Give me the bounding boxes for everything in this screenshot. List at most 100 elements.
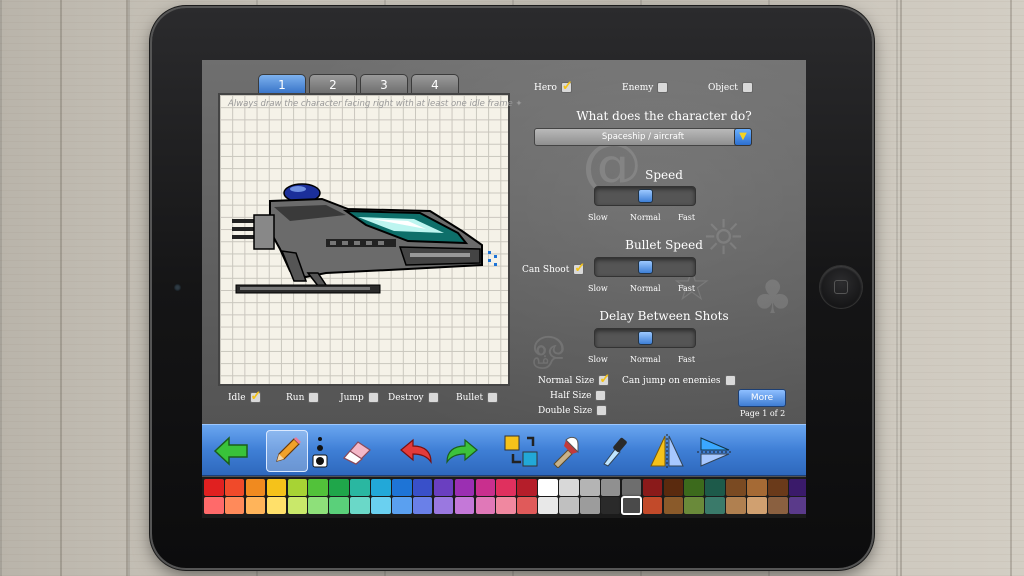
bullet-speed-slider[interactable]	[594, 257, 696, 277]
chevron-down-icon[interactable]: ▼	[734, 128, 752, 146]
checkbox[interactable]	[596, 405, 608, 416]
color-swatch[interactable]	[412, 479, 433, 496]
color-swatch[interactable]	[684, 497, 704, 515]
color-swatch[interactable]	[308, 479, 328, 496]
color-swatch[interactable]	[538, 497, 558, 515]
color-swatch[interactable]	[329, 479, 349, 496]
checkbox[interactable]	[308, 392, 320, 403]
frame-option-run[interactable]: Run	[286, 392, 320, 403]
color-swatch[interactable]	[517, 479, 537, 496]
color-swatch[interactable]	[726, 479, 746, 496]
color-swatch[interactable]	[600, 497, 621, 515]
checkbox[interactable]	[657, 82, 669, 93]
behavior-dropdown[interactable]: Spaceship / aircraft ▼	[534, 128, 752, 146]
more-button[interactable]: More	[738, 389, 786, 407]
color-swatch[interactable]	[684, 479, 704, 496]
color-swatch[interactable]	[663, 497, 684, 515]
color-swatch[interactable]	[433, 479, 454, 496]
checkbox[interactable]	[573, 261, 585, 276]
color-swatch[interactable]	[788, 497, 806, 515]
color-swatch[interactable]	[371, 479, 391, 496]
color-swatch[interactable]	[496, 479, 516, 496]
size-normal[interactable]: Normal Size	[538, 372, 610, 387]
type-enemy[interactable]: Enemy	[622, 82, 669, 93]
color-swatch[interactable]	[287, 497, 308, 515]
tab-2[interactable]: 2	[309, 74, 357, 94]
checkbox[interactable]	[741, 82, 753, 93]
tab-3[interactable]: 3	[360, 74, 408, 94]
checkbox[interactable]	[427, 392, 439, 403]
redo-icon[interactable]	[440, 430, 482, 472]
color-swatch[interactable]	[768, 479, 788, 496]
home-button[interactable]	[820, 266, 862, 308]
slider-knob[interactable]	[638, 189, 653, 203]
color-swatch[interactable]	[392, 497, 412, 515]
color-swatch[interactable]	[204, 479, 224, 496]
checkbox[interactable]	[249, 389, 261, 404]
color-swatch[interactable]	[392, 479, 412, 496]
brush-size-icon[interactable]	[310, 430, 330, 472]
color-swatch[interactable]	[705, 497, 725, 515]
color-swatch[interactable]	[538, 479, 558, 496]
color-swatch[interactable]	[224, 479, 245, 496]
checkbox[interactable]	[367, 392, 379, 403]
tab-1[interactable]: 1	[258, 74, 306, 94]
checkbox[interactable]	[487, 392, 499, 403]
color-swatch[interactable]	[454, 497, 475, 515]
can-jump-option[interactable]: Can jump on enemies	[622, 375, 736, 386]
eraser-icon[interactable]	[336, 430, 378, 472]
color-swatch[interactable]	[350, 479, 370, 496]
color-swatch[interactable]	[245, 479, 266, 496]
checkbox[interactable]	[598, 372, 610, 387]
color-swatch[interactable]	[620, 496, 643, 516]
size-half[interactable]: Half Size	[550, 390, 607, 401]
color-swatch[interactable]	[266, 479, 287, 496]
eyedropper-icon[interactable]	[592, 430, 634, 472]
color-swatch[interactable]	[768, 497, 788, 515]
color-swatch[interactable]	[475, 479, 496, 496]
color-swatch[interactable]	[496, 497, 516, 515]
color-swatch[interactable]	[580, 497, 600, 515]
color-swatch[interactable]	[350, 497, 370, 515]
color-swatch[interactable]	[412, 497, 433, 515]
color-swatch[interactable]	[600, 479, 621, 496]
color-swatch[interactable]	[642, 479, 663, 496]
undo-icon[interactable]	[396, 430, 438, 472]
color-swatch[interactable]	[433, 497, 454, 515]
slider-knob[interactable]	[638, 331, 653, 345]
color-swatch[interactable]	[788, 479, 806, 496]
flip-horizontal-icon[interactable]	[646, 430, 688, 472]
color-swatch[interactable]	[308, 497, 328, 515]
color-swatch[interactable]	[224, 497, 245, 515]
size-double[interactable]: Double Size	[538, 405, 608, 416]
slider-knob[interactable]	[638, 260, 653, 274]
drawing-canvas[interactable]: Always draw the character facing right w…	[218, 93, 523, 386]
color-swatch[interactable]	[245, 497, 266, 515]
can-shoot-option[interactable]: Can Shoot	[522, 261, 585, 276]
color-swatch[interactable]	[726, 497, 746, 515]
color-swatch[interactable]	[287, 479, 308, 496]
color-swatch[interactable]	[705, 479, 725, 496]
color-swatch[interactable]	[517, 497, 537, 515]
color-swatch[interactable]	[580, 479, 600, 496]
color-swatch[interactable]	[266, 497, 287, 515]
speed-slider[interactable]	[594, 186, 696, 206]
checkbox[interactable]	[724, 375, 736, 386]
tab-4[interactable]: 4	[411, 74, 459, 94]
type-hero[interactable]: Hero	[534, 79, 573, 94]
frame-option-idle[interactable]: Idle	[228, 389, 261, 404]
frame-option-destroy[interactable]: Destroy	[388, 392, 439, 403]
delay-slider[interactable]	[594, 328, 696, 348]
back-arrow-icon[interactable]	[210, 430, 252, 472]
paint-bucket-icon[interactable]	[544, 430, 586, 472]
color-swatch[interactable]	[642, 497, 663, 515]
color-swatch[interactable]	[621, 479, 642, 496]
color-swatch[interactable]	[559, 479, 579, 496]
pencil-icon[interactable]	[266, 430, 308, 472]
frame-option-bullet[interactable]: Bullet	[456, 392, 499, 403]
color-swatch[interactable]	[329, 497, 349, 515]
color-swatch[interactable]	[371, 497, 391, 515]
color-swatch[interactable]	[747, 497, 767, 515]
checkbox[interactable]	[560, 79, 573, 94]
swap-color-icon[interactable]	[500, 430, 542, 472]
